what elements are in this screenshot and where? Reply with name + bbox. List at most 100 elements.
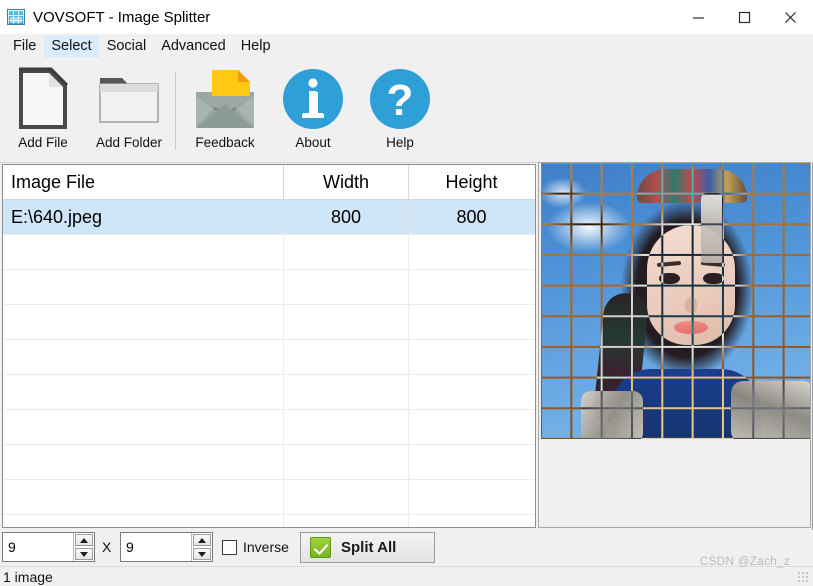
question-circle-icon: ? (365, 66, 435, 132)
window-title: VOVSOFT - Image Splitter (33, 8, 211, 26)
cell-empty (3, 445, 284, 480)
cell-empty (284, 410, 409, 445)
cell-empty (3, 340, 284, 375)
inverse-checkbox[interactable]: Inverse (222, 539, 289, 555)
about-label: About (295, 135, 331, 150)
photo-tassel (701, 193, 723, 263)
table-row[interactable]: E:\640.jpeg 800 800 (3, 200, 535, 235)
help-button[interactable]: ? Help (357, 64, 443, 160)
table-row-empty[interactable] (3, 480, 535, 515)
split-all-button[interactable]: Split All (300, 532, 435, 563)
check-green-icon (310, 537, 331, 558)
menu-item-social[interactable]: Social (100, 36, 154, 58)
cell-empty (3, 480, 284, 515)
menu-item-help[interactable]: Help (234, 36, 278, 58)
columns-spin-arrows[interactable] (73, 533, 94, 561)
file-list-header: Image File Width Height (3, 165, 535, 200)
file-list-panel[interactable]: Image File Width Height E:\640.jpeg 800 … (2, 164, 536, 528)
table-row-empty[interactable] (3, 375, 535, 410)
cell-empty (3, 375, 284, 410)
info-circle-icon (278, 66, 348, 132)
column-header-image-file[interactable]: Image File (3, 165, 284, 200)
title-bar: VOVSOFT - Image Splitter (0, 0, 813, 34)
window-controls (675, 0, 813, 34)
cell-empty (409, 480, 534, 515)
minimize-icon[interactable] (675, 0, 721, 34)
column-header-height[interactable]: Height (409, 165, 534, 200)
cell-empty (3, 270, 284, 305)
table-row-empty[interactable] (3, 410, 535, 445)
columns-stepper[interactable]: 9 (2, 532, 95, 562)
table-row-empty[interactable] (3, 445, 535, 480)
toolbar: Add File Add Folder Feedback About ? Hel… (0, 60, 813, 163)
cell-empty (284, 515, 409, 527)
table-row-empty[interactable] (3, 235, 535, 270)
status-bar: 1 image (0, 566, 813, 586)
cell-empty (3, 235, 284, 270)
cell-empty (284, 480, 409, 515)
about-button[interactable]: About (270, 64, 356, 160)
preview-panel (538, 162, 811, 528)
columns-spin-up[interactable] (75, 534, 93, 546)
envelope-mail-icon (190, 66, 260, 132)
add-file-button[interactable]: Add File (0, 64, 86, 160)
photo-ornament-left (581, 391, 643, 439)
cell-height: 800 (456, 207, 487, 227)
photo-ornament-right (731, 381, 810, 439)
add-folder-label: Add Folder (95, 135, 163, 150)
column-header-width[interactable]: Width (284, 165, 409, 200)
feedback-button[interactable]: Feedback (182, 64, 268, 160)
app-grid-icon (7, 9, 25, 25)
status-text: 1 image (3, 568, 53, 585)
columns-input[interactable]: 9 (3, 533, 73, 561)
columns-spin-down[interactable] (75, 548, 93, 560)
photo-eye-right (703, 273, 724, 284)
menu-item-file[interactable]: File (6, 36, 43, 58)
table-row-empty[interactable] (3, 305, 535, 340)
cell-empty (409, 515, 534, 527)
watermark-text: CSDN @Zach_z (700, 556, 790, 568)
photo-portrait (541, 163, 810, 439)
photo-lips (674, 321, 708, 334)
photo-nose (685, 297, 697, 313)
file-document-icon (8, 66, 78, 132)
menu-item-select[interactable]: Select (44, 36, 99, 58)
cell-empty (409, 305, 534, 340)
cell-empty (409, 375, 534, 410)
maximize-icon[interactable] (721, 0, 767, 34)
folder-icon (94, 66, 164, 132)
cell-empty (284, 305, 409, 340)
help-label: Help (386, 135, 414, 150)
svg-text:?: ? (387, 76, 414, 125)
cell-empty (284, 235, 409, 270)
preview-image (541, 163, 810, 439)
cell-empty (3, 410, 284, 445)
cell-empty (409, 340, 534, 375)
rows-stepper[interactable]: 9 (120, 532, 213, 562)
cell-empty (284, 340, 409, 375)
inverse-checkbox-box[interactable] (222, 539, 237, 555)
resize-grip[interactable] (797, 571, 809, 583)
menu-bar: File Select Social Advanced Help (0, 34, 813, 60)
photo-eye-left (659, 273, 680, 284)
close-icon[interactable] (767, 0, 813, 34)
toolbar-separator (175, 72, 176, 150)
inverse-label: Inverse (243, 539, 289, 555)
table-row-empty[interactable] (3, 340, 535, 375)
app-window: VOVSOFT - Image Splitter File Select Soc… (0, 0, 813, 586)
cell-empty (284, 375, 409, 410)
photo-headdress (637, 169, 747, 203)
add-folder-button[interactable]: Add Folder (86, 64, 172, 160)
cell-empty (409, 410, 534, 445)
table-row-empty[interactable] (3, 515, 535, 527)
menu-item-advanced[interactable]: Advanced (154, 36, 233, 58)
cell-empty (284, 445, 409, 480)
rows-spin-up[interactable] (193, 534, 211, 546)
split-all-label: Split All (341, 539, 397, 556)
table-row-empty[interactable] (3, 270, 535, 305)
cell-empty (284, 270, 409, 305)
rows-spin-down[interactable] (193, 548, 211, 560)
rows-spin-arrows[interactable] (191, 533, 212, 561)
feedback-label: Feedback (195, 135, 255, 150)
rows-input[interactable]: 9 (121, 533, 191, 561)
